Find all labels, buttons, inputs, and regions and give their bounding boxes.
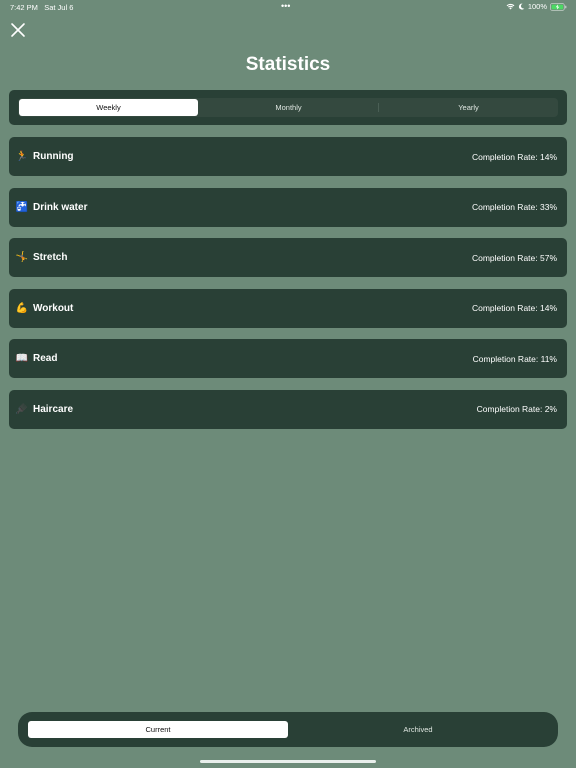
habit-row-workout[interactable]: 💪 Workout Completion Rate: 14% <box>9 288 567 328</box>
status-time: 7:42 PM Sat Jul 6 <box>10 3 73 12</box>
running-icon: 🏃 <box>15 151 29 162</box>
habit-name: Read <box>33 353 58 365</box>
flexed-biceps-icon: 💪 <box>15 302 29 314</box>
habit-name: Workout <box>33 302 74 314</box>
habit-completion-rate: Completion Rate: 2% <box>476 404 557 415</box>
habit-completion-rate: Completion Rate: 11% <box>472 353 557 364</box>
habit-completion-rate: Completion Rate: 14% <box>471 303 557 314</box>
period-segmented-control: Weekly Monthly Yearly <box>18 98 558 117</box>
habit-name: Haircare <box>33 403 74 415</box>
open-book-icon: 📖 <box>15 353 29 365</box>
habit-row-haircare[interactable]: 🪮 Haircare Completion Rate: 2% <box>9 389 567 429</box>
wifi-icon <box>506 3 515 10</box>
habit-completion-rate: Completion Rate: 33% <box>471 202 557 213</box>
habit-completion-rate: Completion Rate: 14% <box>471 151 557 162</box>
status-bar: 7:42 PM Sat Jul 6 ••• 100% <box>0 0 576 14</box>
multitasking-dots[interactable]: ••• <box>281 1 290 11</box>
close-button[interactable] <box>10 22 26 38</box>
habit-left: 🏃 Running <box>15 151 74 162</box>
habit-left: 📖 Read <box>15 353 58 365</box>
habit-name: Running <box>33 151 74 162</box>
habit-row-drink-water[interactable]: 🚰 Drink water Completion Rate: 33% <box>9 187 567 227</box>
status-indicators: 100% <box>506 2 567 11</box>
status-date-text: Sat Jul 6 <box>44 3 74 12</box>
hair-pick-icon: 🪮 <box>15 403 29 415</box>
segment-archived[interactable]: Archived <box>288 721 548 738</box>
habit-row-read[interactable]: 📖 Read Completion Rate: 11% <box>9 339 567 379</box>
status-time-text: 7:42 PM <box>10 3 38 12</box>
segment-monthly[interactable]: Monthly <box>199 98 378 117</box>
habit-row-stretch[interactable]: 🤸 Stretch Completion Rate: 57% <box>9 238 567 278</box>
segment-yearly[interactable]: Yearly <box>379 98 558 117</box>
habit-left: 🚰 Drink water <box>15 201 88 213</box>
period-segment-card: Weekly Monthly Yearly <box>9 90 567 125</box>
segment-current[interactable]: Current <box>28 721 288 738</box>
habit-name: Stretch <box>33 252 68 264</box>
segment-weekly[interactable]: Weekly <box>19 99 198 116</box>
habit-left: 💪 Workout <box>15 302 74 314</box>
list-filter-card: Current Archived <box>18 712 558 747</box>
water-tap-icon: 🚰 <box>15 201 29 213</box>
cartwheel-icon: 🤸 <box>15 252 29 264</box>
habit-name: Drink water <box>33 201 88 213</box>
habit-list: 🏃 Running Completion Rate: 14% 🚰 Drink w… <box>9 137 567 441</box>
close-icon <box>11 23 25 37</box>
habit-left: 🤸 Stretch <box>15 252 68 264</box>
battery-percent: 100% <box>527 2 547 11</box>
list-filter-segmented-control: Current Archived <box>28 721 548 738</box>
habit-completion-rate: Completion Rate: 57% <box>471 252 557 263</box>
habit-row-running[interactable]: 🏃 Running Completion Rate: 14% <box>9 137 567 176</box>
home-indicator[interactable] <box>200 760 376 763</box>
page-title: Statistics <box>245 54 331 75</box>
habit-left: 🪮 Haircare <box>15 404 73 415</box>
battery-icon <box>550 2 567 11</box>
moon-icon <box>518 3 525 10</box>
